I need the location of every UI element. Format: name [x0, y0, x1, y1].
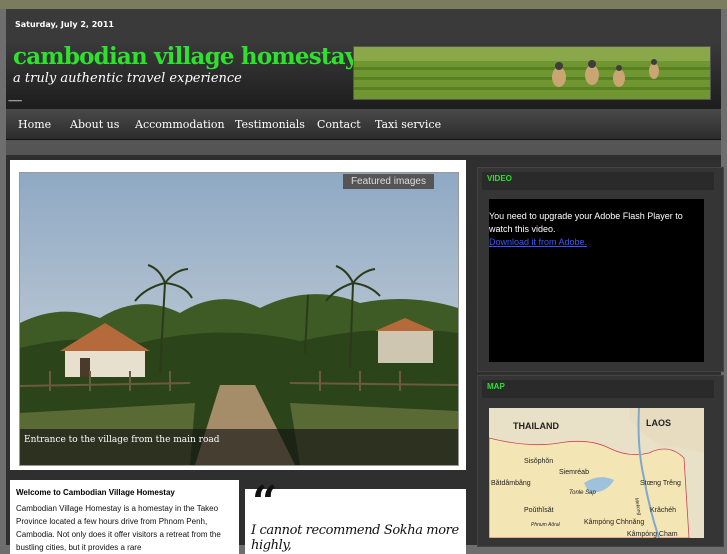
testimonial-quote: I cannot recommend Sokha more highly, [251, 523, 459, 553]
map-label-pouthisat: Poŭthĭsăt [524, 507, 554, 514]
featured-caption: Entrance to the village from the main ro… [24, 435, 220, 445]
nav-accommodation[interactable]: Accommodation [135, 118, 225, 131]
nav-contact[interactable]: Contact [317, 118, 361, 131]
village-entrance-photo [20, 173, 458, 465]
main-navigation: Home About us Accommodation Testimonials… [6, 109, 721, 140]
map-label-siemreab: Siemréab [559, 469, 589, 476]
nav-testimonials[interactable]: Testimonials [235, 118, 305, 131]
current-date: Saturday, July 2, 2011 [15, 20, 114, 29]
nav-taxi-service[interactable]: Taxi service [375, 118, 441, 131]
nav-home[interactable]: Home [18, 118, 51, 131]
map-widget-title: MAP [482, 380, 714, 398]
map-label-thailand: THAILAND [513, 421, 559, 431]
testimonial-section: “ I cannot recommend Sokha more highly, [245, 477, 466, 554]
video-player[interactable]: You need to upgrade your Adobe Flash Pla… [489, 199, 704, 362]
quote-mark-icon: “ [252, 477, 278, 528]
page-wrapper: Saturday, July 2, 2011 cambodian village… [6, 9, 724, 554]
video-widget-title: VIDEO [482, 172, 714, 190]
map-label-phnom-aoral: Phnum Aôral [531, 522, 561, 528]
nav-about-us[interactable]: About us [70, 118, 119, 131]
map-label-sisophon: Sisŏphŏn [524, 458, 553, 465]
site-tagline: a truly authentic travel experience [13, 71, 242, 86]
video-widget: VIDEO You need to upgrade your Adobe Fla… [477, 167, 724, 372]
map-drawing: THAILAND LAOS Sisŏphŏn Siemréab Bătdâmbâ… [489, 408, 704, 538]
welcome-text: Cambodian Village Homestay is a homestay… [16, 504, 221, 552]
flash-message-text: You need to upgrade your Adobe Flash Pla… [489, 211, 683, 234]
top-strip [0, 0, 727, 9]
map-label-stoeng-treng: Stœng Trêng [640, 480, 681, 487]
download-flash-link[interactable]: Download it from Adobe. [489, 237, 587, 247]
caption-bar: Entrance to the village from the main ro… [20, 429, 458, 465]
welcome-title: Welcome to Cambodian Village Homestay [16, 488, 175, 497]
header-banner-photo [353, 46, 711, 100]
site-header: cambodian village homestay a truly authe… [6, 39, 721, 111]
featured-images-label: Featured images [342, 174, 434, 189]
flash-upgrade-message: You need to upgrade your Adobe Flash Pla… [489, 210, 694, 249]
featured-slideshow[interactable]: Featured images Entrance to the village … [19, 172, 459, 466]
map-widget: MAP THAILAND LAOS Sisŏphŏn Siemréab Bătd… [477, 375, 724, 547]
map-label-kampong-cham: Kâmpóng Cham [627, 531, 678, 538]
map-label-laos: LAOS [646, 418, 671, 428]
site-title[interactable]: cambodian village homestay [13, 43, 358, 70]
cambodia-map[interactable]: THAILAND LAOS Sisŏphŏn Siemréab Bătdâmbâ… [489, 408, 704, 538]
map-label-kracheh: Krâchéh [650, 507, 676, 514]
header-dashes: -------- [8, 96, 22, 105]
sub-navigation-bar [6, 140, 721, 155]
rice-field-illustration [354, 47, 710, 99]
date-bar: Saturday, July 2, 2011 [6, 9, 721, 39]
map-label-tonle-sap: Tonle Sap [569, 490, 596, 496]
welcome-section: Welcome to Cambodian Village Homestay Ca… [10, 480, 239, 554]
map-label-batdambang: Bătdâmbâng [491, 480, 531, 487]
map-label-kampong-chhnang: Kâmpóng Chhnăng [584, 519, 644, 526]
